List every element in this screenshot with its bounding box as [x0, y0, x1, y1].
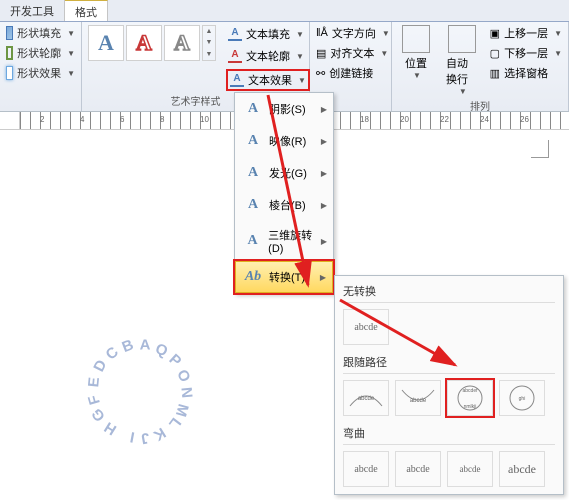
wordart-style-1[interactable]: A	[88, 25, 124, 61]
tab-developer[interactable]: 开发工具	[0, 0, 65, 21]
transform-none[interactable]: abcde	[343, 309, 389, 345]
selection-pane-button[interactable]: ▥选择窗格	[490, 65, 562, 81]
transform-button[interactable]: ghi	[499, 380, 545, 416]
ruler-tick: 4	[80, 115, 84, 124]
text-outline-icon: A	[228, 49, 242, 63]
wordart-style-3[interactable]: A	[164, 25, 200, 61]
align-icon: ▤	[316, 47, 326, 60]
wrap-icon	[448, 25, 476, 53]
flyout-warp-header: 弯曲	[343, 422, 555, 445]
tab-format[interactable]: 格式	[65, 0, 108, 21]
rotate3d-icon: A	[243, 231, 262, 251]
reflection-icon: A	[243, 131, 263, 151]
link-icon: ⚯	[316, 67, 325, 80]
bucket-icon	[6, 26, 13, 40]
menu-transform[interactable]: Ab转换(T)▶	[235, 261, 333, 293]
shape-fill-button[interactable]: 形状填充▼	[6, 25, 75, 41]
forward-icon: ▣	[490, 27, 500, 40]
ruler-tick: 8	[160, 115, 164, 124]
text-fill-icon: A	[228, 27, 242, 41]
circle-letter: L	[165, 414, 184, 432]
ruler-tick: 26	[520, 115, 529, 124]
page-corner-mark	[531, 140, 549, 158]
svg-text:abcde: abcde	[410, 398, 427, 404]
ruler-tick: 10	[200, 115, 209, 124]
menu-3d-rotation[interactable]: A三维旋转(D)▶	[235, 221, 333, 261]
wordart-style-2[interactable]: A	[126, 25, 162, 61]
ruler-tick: 24	[480, 115, 489, 124]
menu-shadow[interactable]: A阴影(S)▶	[235, 93, 333, 125]
circle-letter: O	[173, 367, 193, 385]
shape-outline-button[interactable]: 形状轮廓▼	[6, 45, 75, 61]
shape-effect-button[interactable]: 形状效果▼	[6, 65, 75, 81]
circle-letter: I	[129, 428, 136, 445]
circular-wordart[interactable]: ABCDEFGHIJKLMNOPQ	[5, 260, 145, 400]
text-effect-icon: A	[230, 73, 244, 87]
svg-text:ghi: ghi	[519, 396, 526, 402]
warp-4[interactable]: abcde	[499, 451, 545, 487]
text-outline-button[interactable]: A文本轮廓▼	[226, 47, 310, 65]
shadow-icon: A	[243, 99, 263, 119]
align-text-button[interactable]: ▤对齐文本▼	[316, 45, 385, 61]
circle-letter: E	[85, 376, 103, 388]
transform-arch-up[interactable]: abcde	[343, 380, 389, 416]
circle-letter: C	[103, 344, 122, 364]
circle-letter: K	[150, 424, 168, 444]
circle-letter: D	[90, 357, 110, 374]
bevel-icon: A	[243, 195, 263, 215]
circle-letter: G	[88, 405, 109, 425]
ruler-tick: 18	[360, 115, 369, 124]
ruler-tick: 22	[440, 115, 449, 124]
outline-icon	[6, 46, 13, 60]
text-fill-button[interactable]: A文本填充▼	[226, 25, 310, 43]
warp-3[interactable]: abcde	[447, 451, 493, 487]
circle-letter: P	[166, 351, 185, 370]
menu-bevel[interactable]: A棱台(B)▶	[235, 189, 333, 221]
ruler-tick: 2	[40, 115, 44, 124]
circle-letter: Q	[153, 340, 170, 360]
position-button[interactable]: 位置▼	[398, 25, 434, 96]
circle-letter: M	[172, 402, 192, 419]
effect-icon	[6, 66, 13, 80]
position-icon	[402, 25, 430, 53]
svg-text:abcde: abcde	[358, 396, 375, 402]
menu-glow[interactable]: A发光(G)▶	[235, 157, 333, 189]
flyout-none-header: 无转换	[343, 280, 555, 303]
circle-letter: J	[140, 429, 151, 447]
transform-circle[interactable]: abcdef nmlkji	[447, 380, 493, 416]
warp-1[interactable]: abcde	[343, 451, 389, 487]
warp-2[interactable]: abcde	[395, 451, 441, 487]
bring-forward-button[interactable]: ▣上移一层▼	[490, 25, 562, 41]
send-backward-button[interactable]: ▢下移一层▼	[490, 45, 562, 61]
glow-icon: A	[243, 163, 263, 183]
wordart-more[interactable]: ▲▼▼	[202, 25, 216, 61]
backward-icon: ▢	[490, 47, 500, 60]
text-effect-button[interactable]: A文本效果▼	[226, 69, 310, 91]
circle-letter: N	[177, 386, 195, 398]
flyout-path-header: 跟随路径	[343, 351, 555, 374]
transform-arch-down[interactable]: abcde	[395, 380, 441, 416]
wrap-button[interactable]: 自动换行▼	[442, 25, 482, 96]
transform-flyout: 无转换 abcde 跟随路径 abcde abcde abcdefnmlkji …	[334, 275, 564, 495]
circle-letter: H	[101, 418, 119, 438]
svg-text:nmlkji: nmlkji	[464, 404, 477, 410]
ruler-tick: 20	[400, 115, 409, 124]
direction-icon: ‖Å	[316, 27, 328, 39]
circle-letter: B	[120, 336, 136, 356]
text-direction-button[interactable]: ‖Å文字方向▼	[316, 25, 385, 41]
svg-text:abcdef: abcdef	[462, 388, 478, 394]
menu-reflection[interactable]: A映像(R)▶	[235, 125, 333, 157]
create-link-button[interactable]: ⚯创建链接	[316, 65, 385, 81]
circle-letter: A	[140, 337, 151, 354]
text-effect-menu: A阴影(S)▶ A映像(R)▶ A发光(G)▶ A棱台(B)▶ A三维旋转(D)…	[234, 92, 334, 294]
wordart-gallery[interactable]: A A A ▲▼▼	[88, 25, 216, 61]
transform-icon: Ab	[243, 267, 263, 287]
selection-icon: ▥	[490, 67, 500, 80]
ruler-tick: 6	[120, 115, 124, 124]
